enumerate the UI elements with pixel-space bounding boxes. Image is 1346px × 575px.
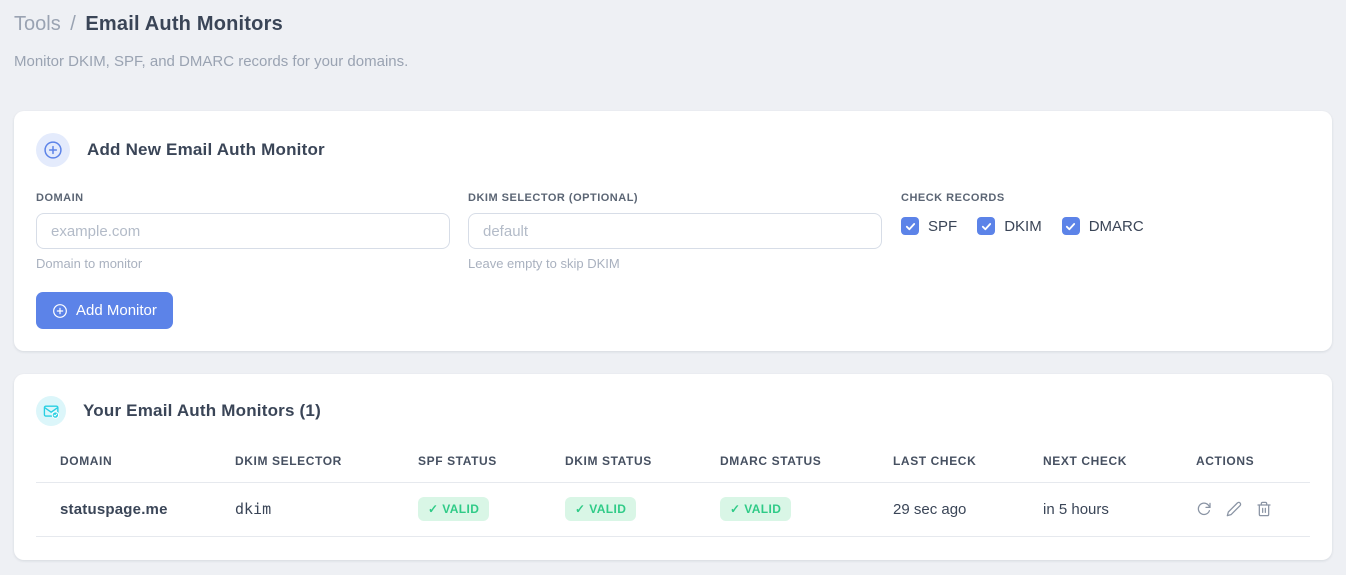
dkim-selector-input[interactable] bbox=[468, 213, 882, 249]
delete-icon[interactable] bbox=[1256, 501, 1272, 517]
page: Tools / Email Auth Monitors Monitor DKIM… bbox=[0, 0, 1346, 560]
domain-field-helper: Domain to monitor bbox=[36, 256, 143, 271]
breadcrumb-separator: / bbox=[70, 13, 76, 35]
dkim-selector-field-group: DKIM SELECTOR (OPTIONAL) Leave empty to … bbox=[468, 192, 882, 271]
add-monitor-card-title: Add New Email Auth Monitor bbox=[87, 140, 325, 159]
col-header-last-check: LAST CHECK bbox=[869, 435, 1019, 483]
checkbox-spf-label: SPF bbox=[928, 217, 958, 235]
monitor-last-check: 29 sec ago bbox=[869, 482, 1019, 537]
checkbox-checked-icon bbox=[977, 217, 996, 235]
col-header-domain: DOMAIN bbox=[36, 435, 211, 483]
breadcrumb: Tools / Email Auth Monitors bbox=[14, 12, 1332, 36]
check-records-label: CHECK RECORDS bbox=[901, 192, 1005, 204]
checkbox-dkim-label: DKIM bbox=[1004, 217, 1042, 235]
add-monitor-button[interactable]: Add Monitor bbox=[36, 292, 173, 329]
add-monitor-form: DOMAIN Domain to monitor DKIM SELECTOR (… bbox=[36, 192, 1310, 271]
col-header-dkim-selector: DKIM SELECTOR bbox=[211, 435, 394, 483]
col-header-spf-status: SPF STATUS bbox=[394, 435, 541, 483]
check-records-options: SPF DKIM DMARC bbox=[901, 217, 1164, 235]
checkbox-checked-icon bbox=[901, 217, 919, 235]
monitor-next-check: in 5 hours bbox=[1019, 482, 1172, 537]
dkim-selector-field-label: DKIM SELECTOR (OPTIONAL) bbox=[468, 192, 639, 204]
col-header-next-check: NEXT CHECK bbox=[1019, 435, 1172, 483]
spf-status-badge: ✓ VALID bbox=[418, 497, 490, 521]
plus-circle-icon bbox=[52, 303, 68, 319]
dkim-selector-field-helper: Leave empty to skip DKIM bbox=[468, 256, 620, 271]
domain-input[interactable] bbox=[36, 213, 450, 249]
col-header-dmarc-status: DMARC STATUS bbox=[696, 435, 869, 483]
monitors-card-title: Your Email Auth Monitors (1) bbox=[83, 401, 321, 420]
checkbox-spf[interactable]: SPF bbox=[901, 217, 957, 235]
row-actions bbox=[1196, 501, 1302, 517]
monitors-table: DOMAIN DKIM SELECTOR SPF STATUS DKIM STA… bbox=[36, 435, 1310, 537]
monitors-card: Your Email Auth Monitors (1) DOMAIN DKIM… bbox=[14, 374, 1332, 560]
monitor-domain: statuspage.me bbox=[36, 482, 211, 537]
edit-icon[interactable] bbox=[1226, 501, 1242, 517]
dmarc-status-badge: ✓ VALID bbox=[720, 497, 792, 521]
checkbox-dmarc-label: DMARC bbox=[1088, 217, 1144, 235]
breadcrumb-tools-link[interactable]: Tools bbox=[14, 13, 61, 35]
col-header-dkim-status: DKIM STATUS bbox=[541, 435, 696, 483]
page-subtitle: Monitor DKIM, SPF, and DMARC records for… bbox=[14, 53, 409, 70]
check-records-group: CHECK RECORDS SPF DKIM DMARC bbox=[901, 192, 1164, 271]
refresh-icon[interactable] bbox=[1196, 501, 1212, 517]
table-header-row: DOMAIN DKIM SELECTOR SPF STATUS DKIM STA… bbox=[36, 435, 1310, 483]
monitors-card-header: Your Email Auth Monitors (1) bbox=[36, 396, 1310, 426]
envelope-check-icon bbox=[36, 396, 66, 426]
checkbox-dkim[interactable]: DKIM bbox=[977, 217, 1042, 235]
domain-field-group: DOMAIN Domain to monitor bbox=[36, 192, 450, 271]
checkbox-dmarc[interactable]: DMARC bbox=[1061, 217, 1144, 235]
add-monitor-card-header: Add New Email Auth Monitor bbox=[36, 133, 1310, 167]
checkbox-checked-icon bbox=[1061, 217, 1080, 235]
col-header-actions: ACTIONS bbox=[1172, 435, 1310, 483]
table-row: statuspage.me dkim ✓ VALID ✓ VALID ✓ VAL… bbox=[36, 482, 1310, 537]
plus-circle-icon bbox=[36, 133, 70, 167]
add-monitor-button-label: Add Monitor bbox=[76, 302, 157, 319]
monitor-dkim-selector: dkim bbox=[211, 482, 394, 537]
dkim-status-badge: ✓ VALID bbox=[565, 497, 637, 521]
add-monitor-card: Add New Email Auth Monitor DOMAIN Domain… bbox=[14, 111, 1332, 351]
page-title: Email Auth Monitors bbox=[85, 13, 283, 35]
domain-field-label: DOMAIN bbox=[36, 192, 84, 204]
